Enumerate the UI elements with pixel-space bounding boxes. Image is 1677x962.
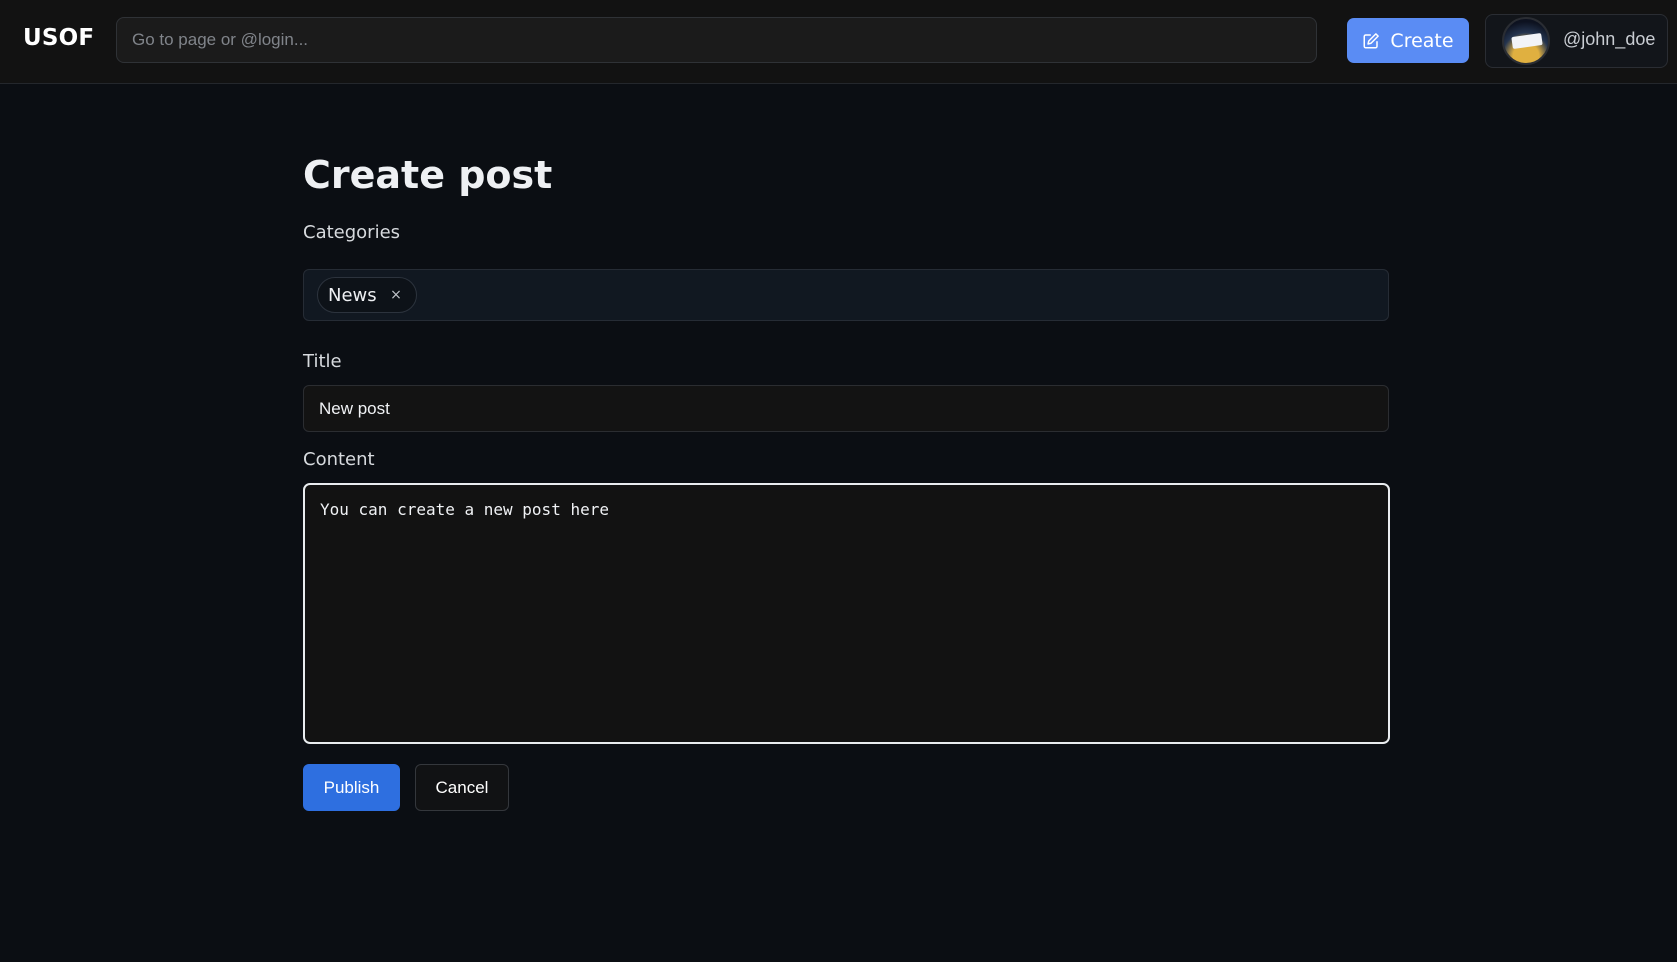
app-logo[interactable]: USOF xyxy=(23,25,94,51)
title-label: Title xyxy=(303,351,342,372)
content-textarea[interactable]: You can create a new post here xyxy=(303,483,1390,744)
category-tag: News × xyxy=(317,277,417,313)
publish-button[interactable]: Publish xyxy=(303,764,400,811)
content-label: Content xyxy=(303,449,375,470)
categories-field[interactable]: News × xyxy=(303,269,1389,321)
title-input[interactable] xyxy=(303,385,1389,432)
remove-category-icon[interactable]: × xyxy=(388,286,404,304)
category-tag-label: News xyxy=(328,285,377,306)
page-title: Create post xyxy=(303,153,553,197)
create-button-label: Create xyxy=(1390,29,1454,52)
username: @john_doe xyxy=(1563,29,1656,49)
categories-label: Categories xyxy=(303,222,401,243)
edit-icon xyxy=(1363,32,1380,48)
cancel-button[interactable]: Cancel xyxy=(415,764,509,811)
top-bar: USOF Create @john_doe xyxy=(0,0,1677,84)
create-button[interactable]: Create xyxy=(1347,18,1469,63)
avatar xyxy=(1502,17,1550,65)
search-input[interactable] xyxy=(116,17,1317,63)
user-menu[interactable]: @john_doe xyxy=(1485,14,1668,68)
